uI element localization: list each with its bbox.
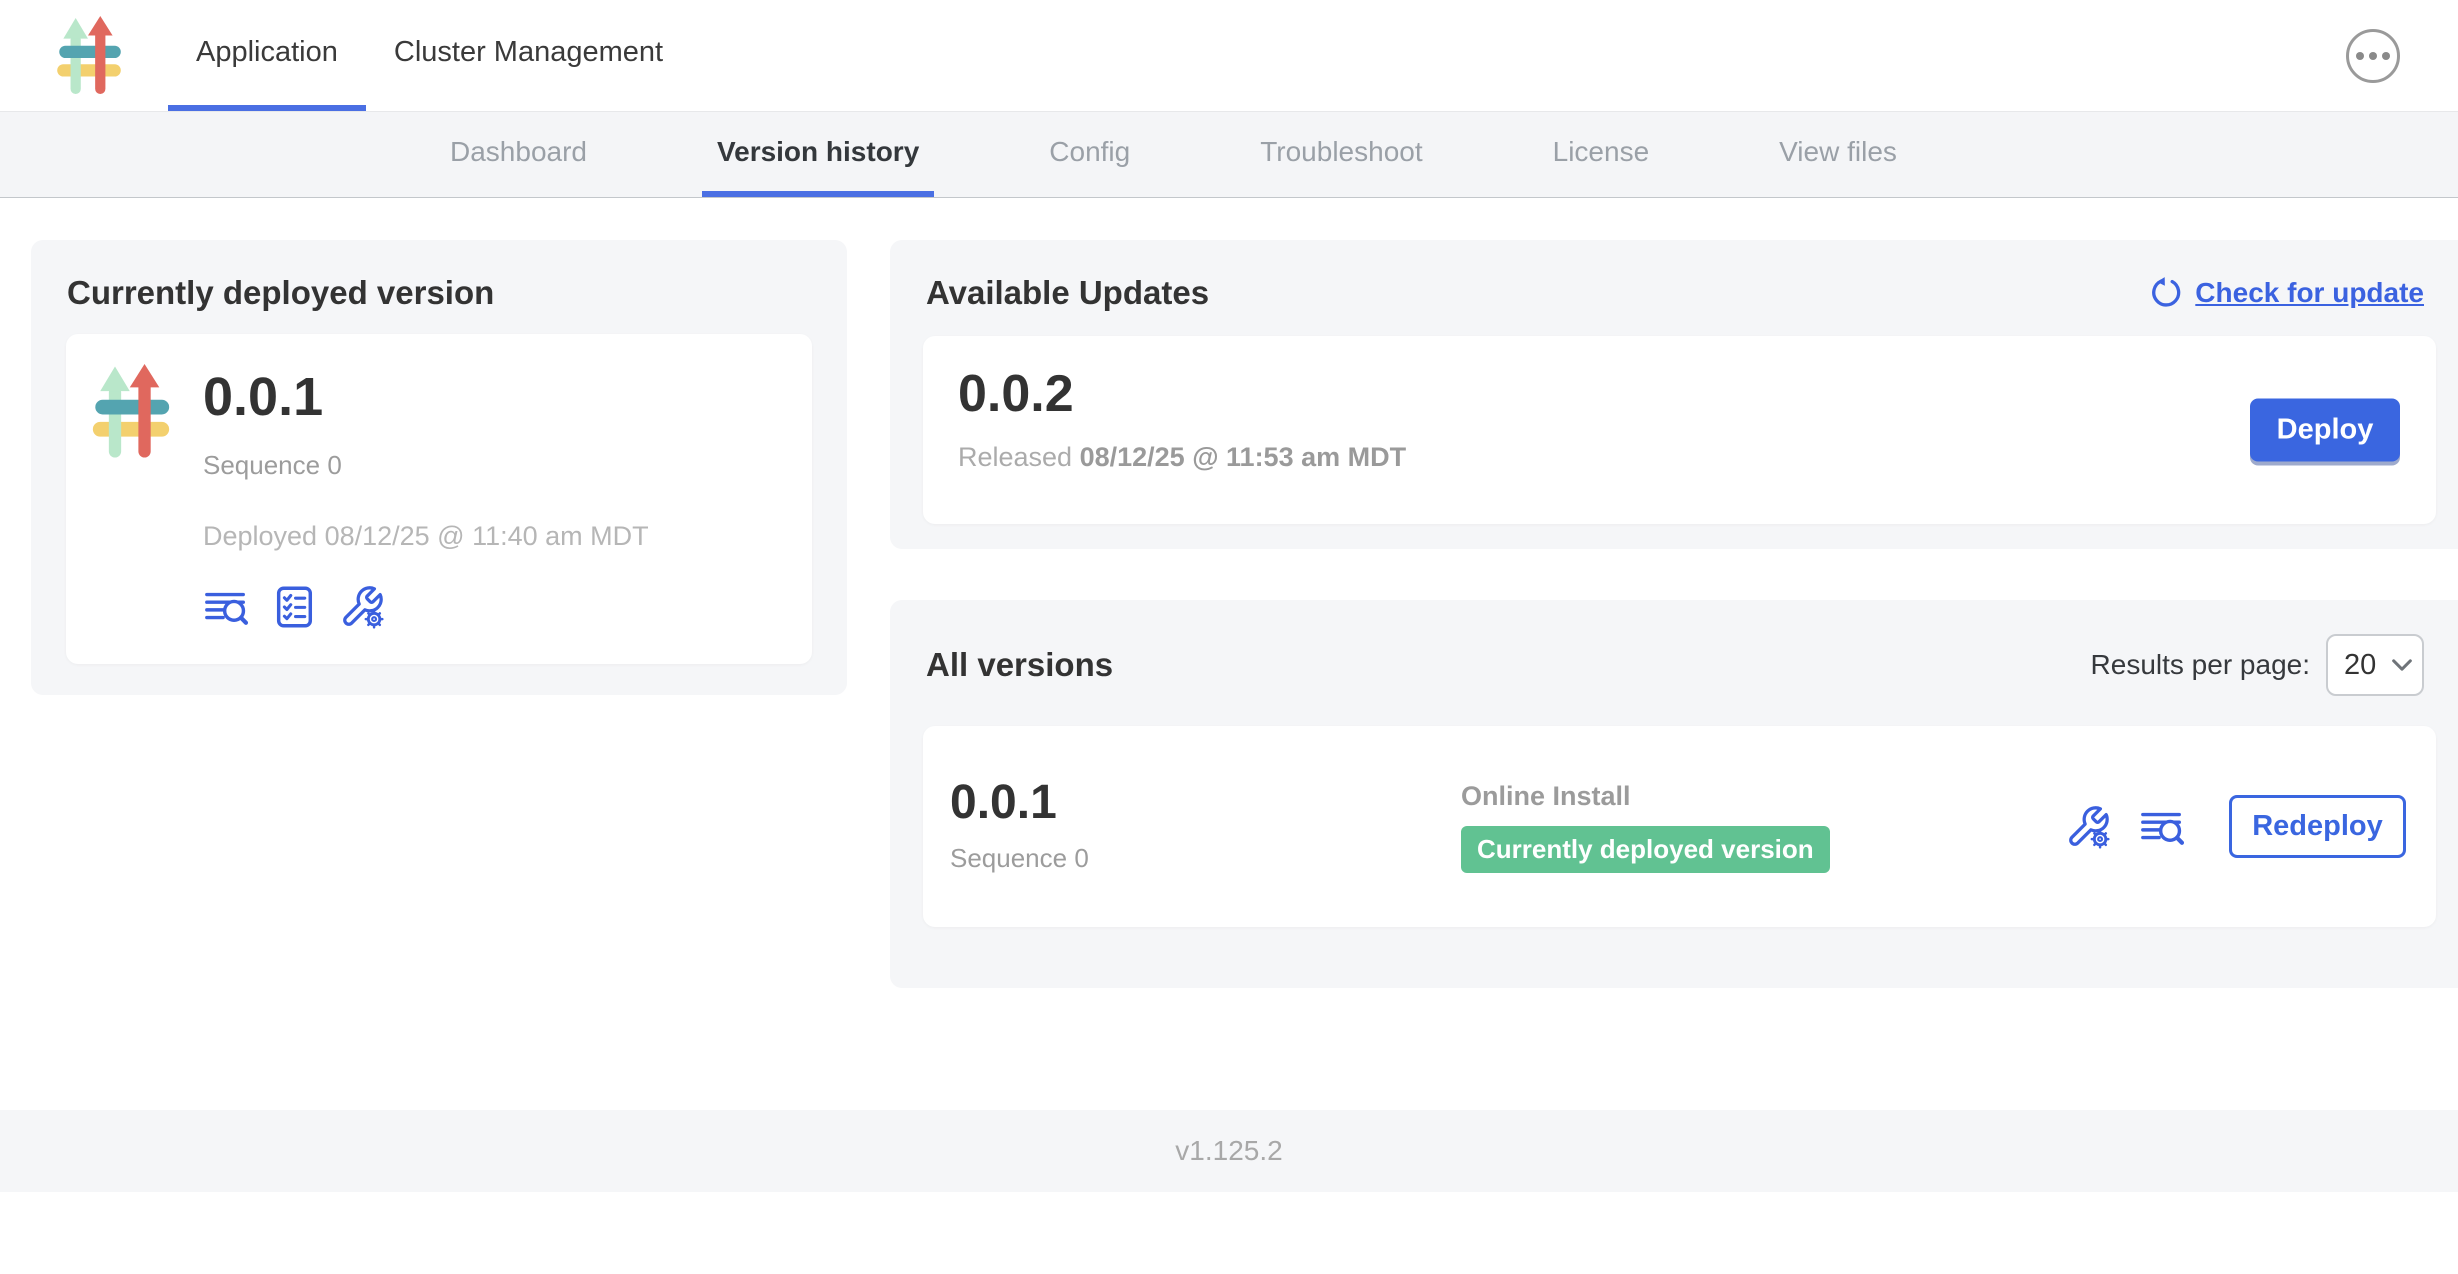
results-per-page-label: Results per page: <box>2091 649 2310 681</box>
ellipsis-menu-button[interactable] <box>2346 29 2400 83</box>
console-version: v1.125.2 <box>1175 1135 1282 1167</box>
available-updates-title: Available Updates <box>926 274 1209 312</box>
tab-cluster-management[interactable]: Cluster Management <box>366 0 691 111</box>
header-spacer <box>691 0 2346 111</box>
all-versions-header: All versions Results per page: 20 <box>890 600 2458 696</box>
view-logs-icon[interactable] <box>203 584 249 630</box>
view-logs-icon[interactable] <box>2139 804 2185 850</box>
available-updates-panel: Available Updates Check for update 0.0.2… <box>890 240 2458 549</box>
currently-deployed-panel: Currently deployed version 0.0.1 Sequenc… <box>31 240 847 695</box>
deployed-actions <box>203 584 649 630</box>
install-type-label: Online Install <box>1461 781 2065 812</box>
all-versions-panel: All versions Results per page: 20 0. <box>890 600 2458 988</box>
top-header: Application Cluster Management <box>0 0 2458 112</box>
update-released-timestamp: Released 08/12/25 @ 11:53 am MDT <box>958 442 2436 473</box>
deployed-version-card: 0.0.1 Sequence 0 Deployed 08/12/25 @ 11:… <box>66 334 812 664</box>
currently-deployed-badge: Currently deployed version <box>1461 826 1830 873</box>
version-row: 0.0.1 Sequence 0 Online Install Currentl… <box>923 726 2436 927</box>
tab-application[interactable]: Application <box>168 0 366 111</box>
tab-config[interactable]: Config <box>1034 112 1145 197</box>
tab-version-history[interactable]: Version history <box>702 112 934 197</box>
deployed-timestamp: Deployed 08/12/25 @ 11:40 am MDT <box>203 521 649 552</box>
update-version-number: 0.0.2 <box>958 368 2436 420</box>
version-row-actions: Redeploy <box>2065 795 2406 858</box>
row-version-number: 0.0.1 <box>950 779 1461 827</box>
preflight-checks-icon[interactable] <box>271 584 317 630</box>
deployed-sequence: Sequence 0 <box>203 450 649 481</box>
version-row-status: Online Install Currently deployed versio… <box>1461 781 2065 873</box>
version-row-info: 0.0.1 Sequence 0 <box>950 779 1461 874</box>
tab-dashboard[interactable]: Dashboard <box>435 112 602 197</box>
row-sequence: Sequence 0 <box>950 843 1461 874</box>
app-subnav: Dashboard Version history Config Trouble… <box>0 112 2458 198</box>
check-for-update-label: Check for update <box>2195 277 2424 309</box>
refresh-icon <box>2147 275 2183 311</box>
edit-config-icon[interactable] <box>2065 804 2111 850</box>
tab-troubleshoot[interactable]: Troubleshoot <box>1245 112 1437 197</box>
app-logo-icon <box>56 16 122 96</box>
available-updates-header: Available Updates Check for update <box>890 240 2458 312</box>
main-content: Currently deployed version 0.0.1 Sequenc… <box>0 198 2458 1192</box>
check-for-update-link[interactable]: Check for update <box>2147 275 2424 311</box>
app-window: Application Cluster Management Dashboard… <box>0 0 2458 1274</box>
currently-deployed-title: Currently deployed version <box>67 274 494 312</box>
deployed-version-details: 0.0.1 Sequence 0 Deployed 08/12/25 @ 11:… <box>203 362 649 664</box>
tab-view-files[interactable]: View files <box>1764 112 1912 197</box>
results-per-page: Results per page: 20 <box>2091 634 2424 696</box>
tab-license[interactable]: License <box>1538 112 1665 197</box>
footer: v1.125.2 <box>0 1110 2458 1192</box>
update-row: 0.0.2 Released 08/12/25 @ 11:53 am MDT D… <box>923 336 2436 524</box>
deployed-version-number: 0.0.1 <box>203 370 649 424</box>
header-tabs: Application Cluster Management <box>168 0 691 111</box>
edit-config-icon[interactable] <box>339 584 385 630</box>
currently-deployed-header: Currently deployed version <box>31 240 847 312</box>
app-logo-icon <box>91 364 171 460</box>
all-versions-title: All versions <box>926 646 1113 684</box>
deploy-button[interactable]: Deploy <box>2250 399 2400 462</box>
redeploy-button[interactable]: Redeploy <box>2229 795 2406 858</box>
results-per-page-select[interactable]: 20 <box>2326 634 2424 696</box>
